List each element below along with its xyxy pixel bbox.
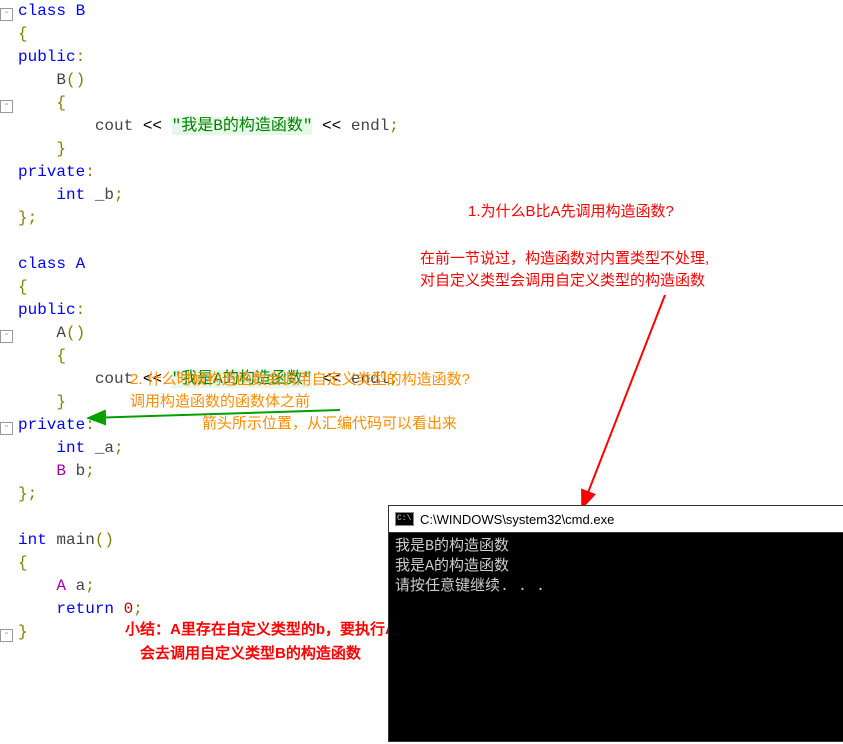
code-line: class B — [18, 0, 843, 23]
fold-icon[interactable]: - — [0, 8, 13, 21]
code-line: B b; — [18, 460, 843, 483]
code-line: }; — [18, 207, 843, 230]
code-line: } — [18, 138, 843, 161]
code-line: A() — [18, 322, 843, 345]
cmd-icon: C:\ — [395, 512, 414, 526]
code-line: }; — [18, 483, 843, 506]
fold-icon[interactable]: - — [0, 330, 13, 343]
access-specifier: private — [18, 163, 85, 181]
code-line: { — [18, 23, 843, 46]
console-line: 我是A的构造函数 — [395, 557, 837, 577]
code-line: private: — [18, 161, 843, 184]
fold-icon[interactable]: - — [0, 629, 13, 642]
code-line: public: — [18, 46, 843, 69]
annotation-q2-line3: 箭头所示位置，从汇编代码可以看出来 — [202, 412, 457, 433]
code-line: { — [18, 345, 843, 368]
code-line: B() — [18, 69, 843, 92]
fold-icon[interactable]: - — [0, 100, 13, 113]
console-line: 请按任意键继续. . . — [395, 577, 837, 597]
console-body: 我是B的构造函数 我是A的构造函数 请按任意键继续. . . — [389, 533, 843, 601]
annotation-q1-title: 1.为什么B比A先调用构造函数? — [468, 200, 674, 221]
console-title: C:\WINDOWS\system32\cmd.exe — [420, 512, 614, 527]
annotation-summary-2: 会去调用自定义类型B的构造函数 — [140, 642, 361, 663]
code-line: int _b; — [18, 184, 843, 207]
console-line: 我是B的构造函数 — [395, 537, 837, 557]
code-line: cout << "我是B的构造函数" << endl; — [18, 115, 843, 138]
annotation-q2-line1: 2. 什么时候构造函数会调用自定义类型的构造函数? — [130, 368, 470, 389]
access-specifier: public — [18, 301, 76, 319]
access-specifier: private — [18, 416, 85, 434]
console-window: C:\ C:\WINDOWS\system32\cmd.exe 我是B的构造函数… — [388, 505, 843, 742]
code-line: int _a; — [18, 437, 843, 460]
code-line: { — [18, 92, 843, 115]
annotation-q2-line2: 调用构造函数的函数体之前 — [130, 390, 310, 411]
console-titlebar[interactable]: C:\ C:\WINDOWS\system32\cmd.exe — [389, 506, 843, 533]
access-specifier: public — [18, 48, 76, 66]
code-line: public: — [18, 299, 843, 322]
fold-icon[interactable]: - — [0, 422, 13, 435]
annotation-q1-body: 在前一节说过，构造函数对内置类型不处理, 对自定义类型会调用自定义类型的构造函数 — [420, 248, 709, 292]
